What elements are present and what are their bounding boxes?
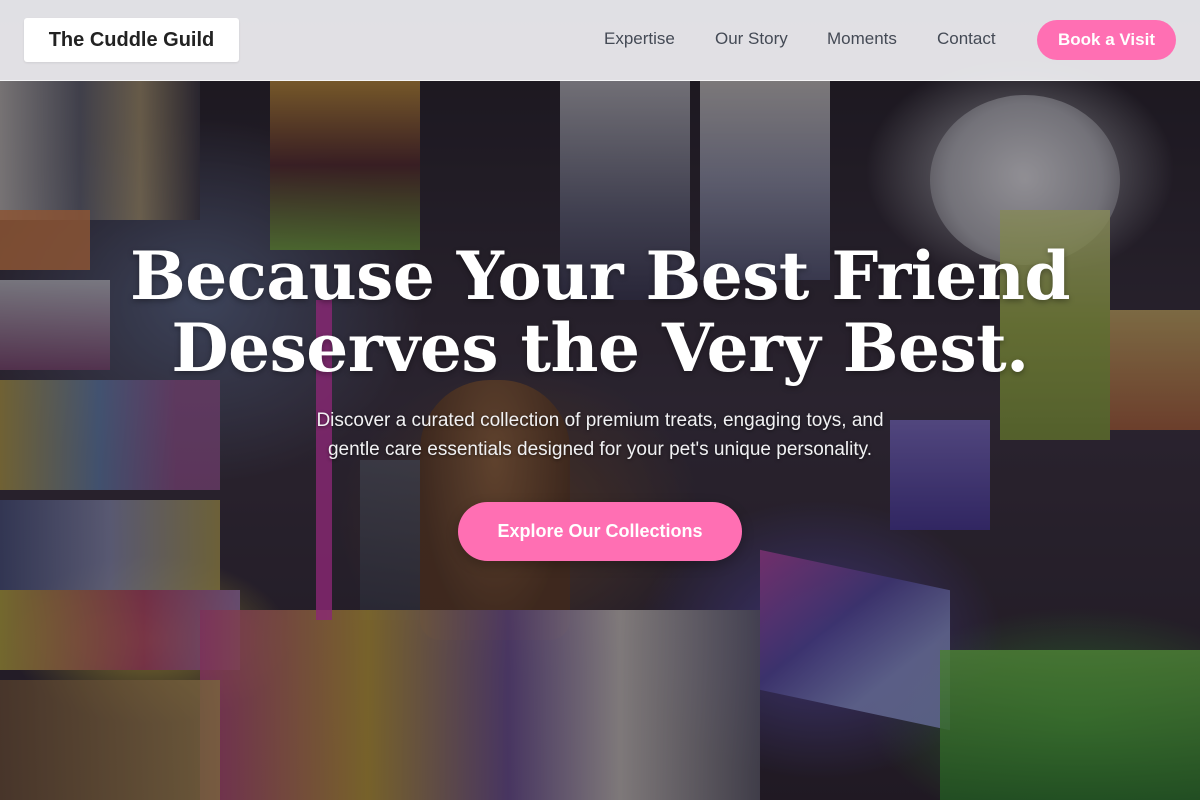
nav-link-moments[interactable]: Moments xyxy=(827,29,897,49)
hero-subtitle: Discover a curated collection of premium… xyxy=(260,406,940,464)
book-visit-button[interactable]: Book a Visit xyxy=(1037,20,1176,60)
hero-subtitle-line-2: gentle care essentials designed for your… xyxy=(327,439,873,460)
hero-title-line-2: Deserves the Very Best. xyxy=(171,309,1029,387)
hero-overlay xyxy=(0,0,1200,800)
site-header: The Cuddle Guild Expertise Our Story Mom… xyxy=(0,0,1200,81)
brand-name: The Cuddle Guild xyxy=(48,28,215,51)
hero-title: Because Your Best Friend Deserves the Ve… xyxy=(100,240,1100,384)
nav-link-our-story[interactable]: Our Story xyxy=(715,29,788,49)
explore-collections-button[interactable]: Explore Our Collections xyxy=(458,502,742,561)
nav-link-expertise[interactable]: Expertise xyxy=(604,29,675,49)
brand-logo[interactable]: The Cuddle Guild xyxy=(24,18,239,62)
hero-title-line-1: Because Your Best Friend xyxy=(129,237,1071,315)
nav-link-contact[interactable]: Contact xyxy=(937,29,996,49)
hero-subtitle-line-1: Discover a curated collection of premium… xyxy=(316,410,884,431)
